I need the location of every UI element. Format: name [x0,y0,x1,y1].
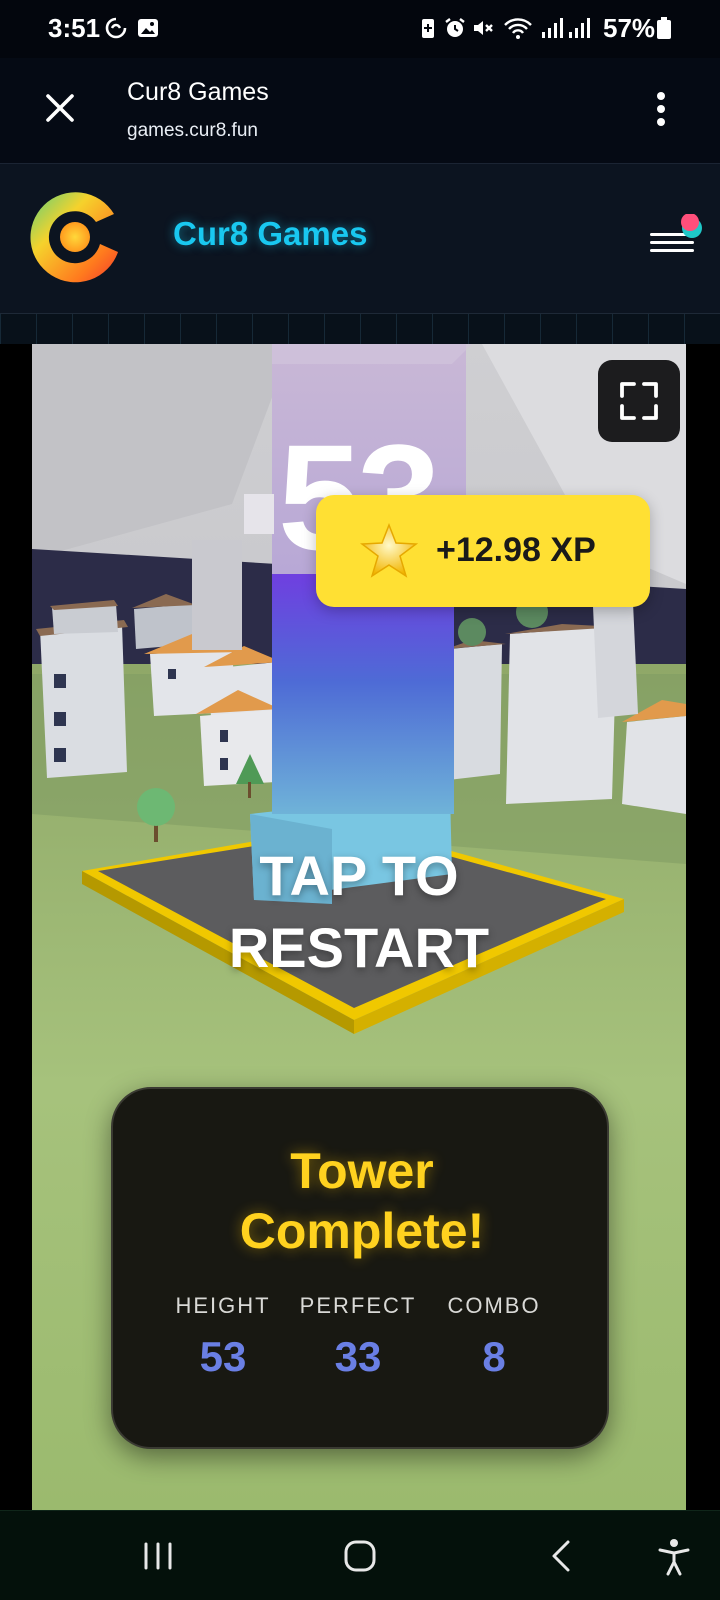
status-bar: 3:51 57% [0,0,720,58]
wifi-icon [504,18,532,39]
result-title-line2: Complete! [239,1203,485,1259]
home-icon[interactable] [338,1536,382,1576]
hamburger-menu-icon[interactable] [650,214,706,258]
image-icon [138,19,158,37]
browser-toolbar: Cur8 Games games.cur8.fun [0,58,720,164]
stat-value: 8 [482,1333,506,1380]
recents-icon[interactable] [136,1536,180,1576]
accessibility-icon[interactable] [652,1536,696,1576]
system-nav-bar [0,1510,720,1600]
tower-complete-card: Tower Complete! HEIGHT 53 PERFECT 33 COM… [111,1087,609,1449]
stat-value: 33 [334,1333,382,1380]
stat-label: PERFECT [299,1293,417,1318]
fullscreen-button[interactable] [598,360,680,442]
sync-icon [105,17,127,39]
cur8-logo-icon[interactable] [22,184,128,290]
xp-reward-toast: +12.98 XP [316,495,650,607]
more-vert-icon[interactable] [644,90,678,128]
back-icon[interactable] [540,1536,584,1576]
site-header: Cur8 Games [0,164,720,314]
stat-combo: COMBO 8 [424,1293,564,1381]
battery-percent: 57% [603,13,656,43]
status-time: 3:51 [48,13,101,43]
game-canvas[interactable]: 53 +12.98 XP TAP TO RESTART Tower Comple… [32,344,686,1510]
star-icon [360,523,418,578]
brand-name[interactable]: Cur8 Games [173,215,367,253]
fullscreen-icon [620,382,658,420]
alarm-icon [445,18,465,37]
page-title: Cur8 Games [127,78,269,106]
close-icon[interactable] [40,88,80,128]
xp-reward-text: +12.98 XP [436,531,596,569]
stat-perfect: PERFECT 33 [288,1293,428,1381]
tap-to-restart-line1[interactable]: TAP TO [32,840,686,912]
signal-icon [542,18,563,38]
page-url[interactable]: games.cur8.fun [127,120,258,142]
stat-label: HEIGHT [175,1293,271,1318]
signal-icon [569,18,590,38]
tap-to-restart-line2[interactable]: RESTART [32,912,686,984]
mute-icon [474,21,493,35]
result-title-line1: Tower [290,1143,434,1199]
battery-icon [657,17,671,39]
stat-height: HEIGHT 53 [153,1293,293,1381]
decorative-grid [0,314,720,344]
stat-value: 53 [199,1333,247,1380]
stat-label: COMBO [447,1293,541,1318]
building [36,620,128,778]
result-title: Tower Complete! [113,1141,611,1261]
battery-saver-icon [422,19,434,38]
